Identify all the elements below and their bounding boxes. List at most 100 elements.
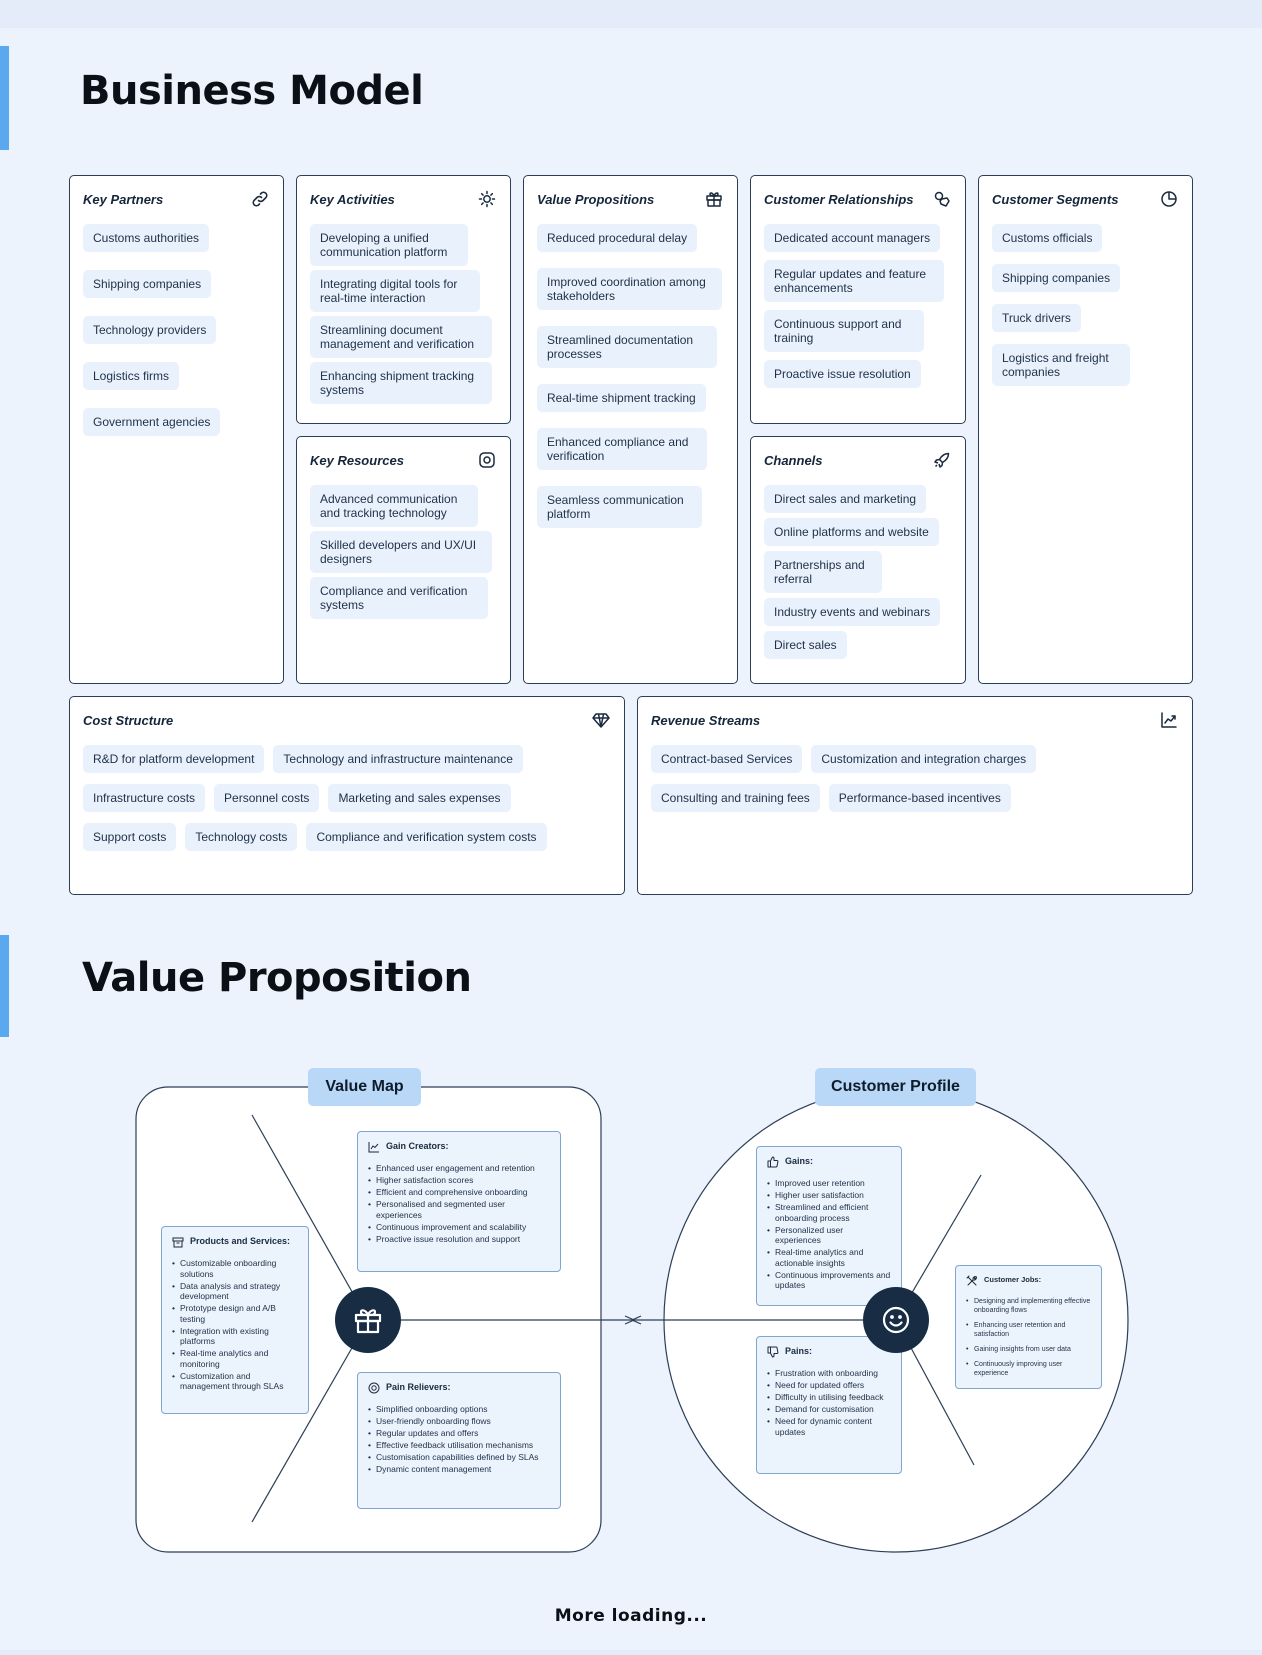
- chip: R&D for platform development: [83, 745, 265, 773]
- rocket-icon: [932, 450, 952, 470]
- chip: Direct sales and marketing: [764, 485, 927, 513]
- tools-icon: [966, 1275, 978, 1287]
- box-title: Gain Creators:: [386, 1141, 449, 1151]
- list-item: Gaining insights from user data: [966, 1345, 1091, 1354]
- list-item: Personalized user experiences: [767, 1225, 891, 1246]
- list-item: Proactive issue resolution and support: [368, 1234, 550, 1245]
- chip: Shipping companies: [992, 264, 1121, 292]
- chip: Real-time shipment tracking: [537, 384, 706, 412]
- list-item: Higher user satisfaction: [767, 1190, 891, 1201]
- thumbs-down-icon: [767, 1346, 779, 1358]
- pie-chart-icon: [1159, 189, 1179, 209]
- bottom-bar: [0, 1650, 1262, 1655]
- list-item: Real-time analytics and actionable insig…: [767, 1247, 891, 1268]
- chip: Government agencies: [83, 408, 221, 436]
- products-services-box: Products and Services: Customizable onbo…: [161, 1226, 309, 1414]
- chip: Logistics firms: [83, 362, 180, 390]
- list-item: Designing and implementing effective onb…: [966, 1297, 1091, 1315]
- list-item: Continuously improving user experience: [966, 1360, 1091, 1378]
- smiley-icon: [879, 1303, 913, 1337]
- target-icon: [368, 1382, 380, 1394]
- channels-card: Channels Direct sales and marketing Onli…: [750, 436, 966, 684]
- chip: Customs officials: [992, 224, 1103, 252]
- chip-list: Dedicated account managers Regular updat…: [764, 224, 952, 388]
- chip: Developing a unified communication platf…: [310, 224, 468, 266]
- customer-profile-hub: [863, 1287, 929, 1353]
- chip-list: Customs authorities Shipping companies T…: [83, 224, 270, 436]
- key-resources-card: Key Resources Advanced communication and…: [296, 436, 511, 684]
- gift-icon: [351, 1303, 385, 1337]
- chip: Technology providers: [83, 316, 217, 344]
- chip: Enhanced compliance and verification: [537, 428, 707, 470]
- chip: Compliance and verification system costs: [306, 823, 547, 851]
- chip: Compliance and verification systems: [310, 577, 488, 619]
- chip: Logistics and freight companies: [992, 344, 1130, 386]
- cost-structure-card: Cost Structure R&D for platform developm…: [69, 696, 625, 895]
- card-title: Value Propositions: [537, 191, 655, 207]
- chip: Performance-based incentives: [828, 784, 1011, 812]
- customer-profile-label: Customer Profile: [815, 1068, 976, 1106]
- chip: Direct sales: [764, 631, 847, 659]
- pain-relievers-box: Pain Relievers: Simplified onboarding op…: [357, 1372, 561, 1509]
- chip-list: R&D for platform development Technology …: [83, 745, 611, 851]
- archive-box-icon: [172, 1236, 184, 1248]
- bullet-list: Improved user retention Higher user sati…: [767, 1178, 891, 1291]
- box-title: Gains:: [785, 1156, 814, 1166]
- gift-icon: [704, 189, 724, 209]
- box-title: Pain Relievers:: [386, 1382, 451, 1392]
- value-map-label: Value Map: [308, 1068, 421, 1106]
- box-title: Pains:: [785, 1346, 813, 1356]
- customer-segments-card: Customer Segments Customs officials Ship…: [978, 175, 1193, 684]
- chip: Reduced procedural delay: [537, 224, 698, 252]
- list-item: Regular updates and offers: [368, 1428, 550, 1439]
- chip: Streamlining document management and ver…: [310, 316, 492, 358]
- list-item: Customisation capabilities defined by SL…: [368, 1452, 550, 1463]
- list-item: Customizable onboarding solutions: [172, 1258, 298, 1279]
- chip-list: Advanced communication and tracking tech…: [310, 485, 497, 619]
- fit-arrow-right: [624, 1315, 636, 1325]
- list-item: Efficient and comprehensive onboarding: [368, 1187, 550, 1198]
- fit-arrow-left: [630, 1315, 642, 1325]
- card-title: Customer Segments: [992, 191, 1119, 207]
- top-bar: [0, 0, 1262, 28]
- section-accent-bar: [0, 46, 9, 150]
- list-item: Integration with existing platforms: [172, 1326, 298, 1347]
- list-item: Frustration with onboarding: [767, 1368, 891, 1379]
- chip: Contract-based Services: [651, 745, 803, 773]
- list-item: Simplified onboarding options: [368, 1404, 550, 1415]
- card-title: Revenue Streams: [651, 712, 761, 728]
- customer-jobs-box: Customer Jobs: Designing and implementin…: [955, 1265, 1102, 1389]
- bullet-list: Enhanced user engagement and retention H…: [368, 1163, 550, 1244]
- list-item: Continuous improvement and scalability: [368, 1222, 550, 1233]
- list-item: Continuous improvements and updates: [767, 1270, 891, 1291]
- list-item: Higher satisfaction scores: [368, 1175, 550, 1186]
- chip: Proactive issue resolution: [764, 360, 921, 388]
- chip: Streamlined documentation processes: [537, 326, 717, 368]
- chip: Infrastructure costs: [83, 784, 206, 812]
- chip: Advanced communication and tracking tech…: [310, 485, 478, 527]
- list-item: Data analysis and strategy development: [172, 1281, 298, 1302]
- chip: Skilled developers and UX/UI designers: [310, 531, 492, 573]
- chip: Improved coordination among stakeholders: [537, 268, 722, 310]
- gain-creators-box: Gain Creators: Enhanced user engagement …: [357, 1131, 561, 1272]
- section-title-value-proposition: Value Proposition: [82, 955, 472, 1001]
- customer-relationships-card: Customer Relationships Dedicated account…: [750, 175, 966, 424]
- value-map-hub: [335, 1287, 401, 1353]
- chip: Industry events and webinars: [764, 598, 941, 626]
- chip: Technology costs: [185, 823, 298, 851]
- trend-chart-icon: [368, 1141, 380, 1153]
- card-title: Customer Relationships: [764, 191, 914, 207]
- card-title: Key Resources: [310, 452, 404, 468]
- bullet-list: Simplified onboarding options User-frien…: [368, 1404, 550, 1475]
- thumbs-up-icon: [767, 1156, 779, 1168]
- section-title-business-model: Business Model: [80, 68, 424, 114]
- loading-indicator: More loading...: [554, 1606, 708, 1626]
- chip: Seamless communication platform: [537, 486, 702, 528]
- list-item: Real-time analytics and monitoring: [172, 1348, 298, 1369]
- list-item: Need for updated offers: [767, 1380, 891, 1391]
- card-title: Key Activities: [310, 191, 395, 207]
- list-item: Enhanced user engagement and retention: [368, 1163, 550, 1174]
- list-item: Prototype design and A/B testing: [172, 1303, 298, 1324]
- key-activities-card: Key Activities Developing a unified comm…: [296, 175, 511, 424]
- chip-list: Reduced procedural delay Improved coordi…: [537, 224, 724, 528]
